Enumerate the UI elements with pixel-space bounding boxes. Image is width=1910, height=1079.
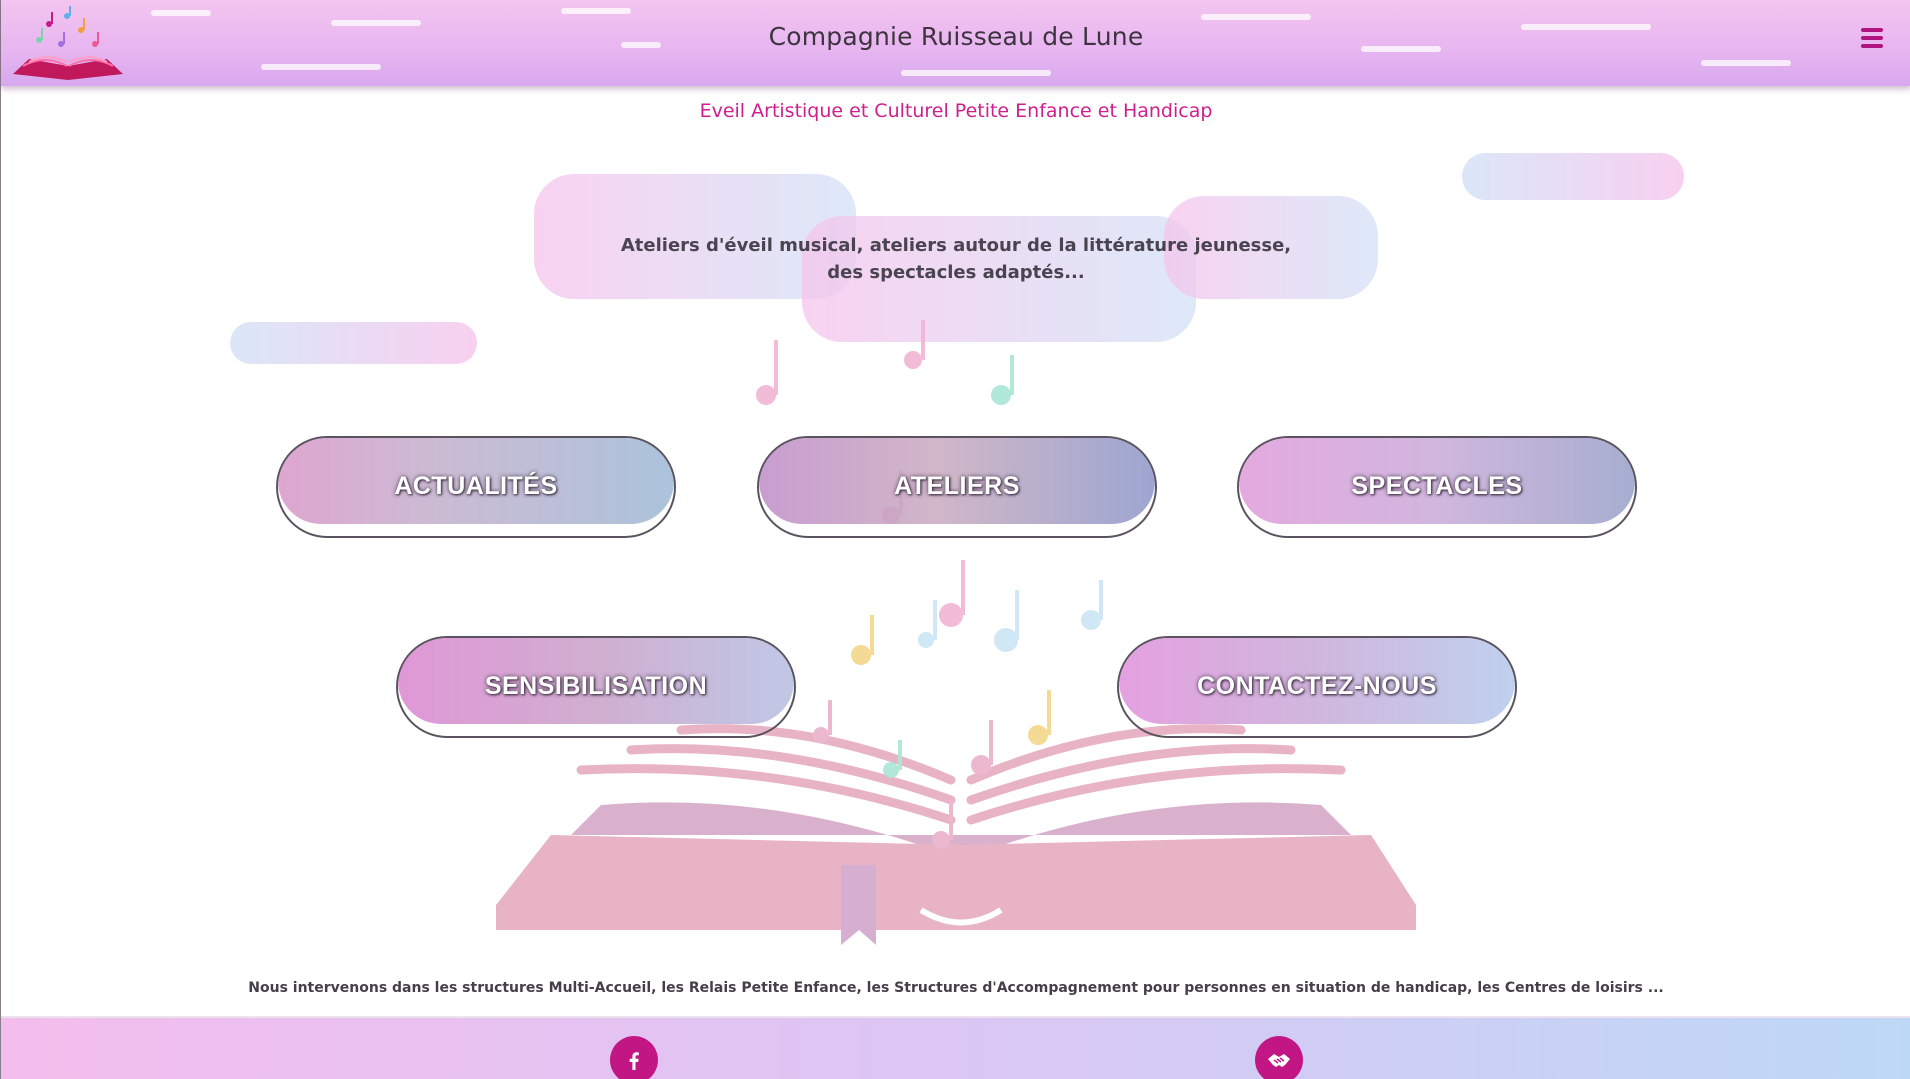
intro-line-2: des spectacles adaptés... bbox=[827, 262, 1085, 283]
contactez-nous-label: CONTACTEZ-NOUS bbox=[1197, 672, 1437, 700]
site-footer bbox=[1, 1016, 1910, 1079]
decorative-cloud bbox=[1462, 153, 1684, 200]
site-subtitle: Eveil Artistique et Culturel Petite Enfa… bbox=[699, 100, 1213, 122]
decorative-cloud bbox=[230, 322, 477, 364]
site-title: Compagnie Ruisseau de Lune bbox=[768, 22, 1144, 51]
intro-text: Ateliers d'éveil musical, ateliers autou… bbox=[1, 232, 1910, 286]
contactez-nous-button[interactable]: CONTACTEZ-NOUS bbox=[1117, 636, 1517, 738]
actualites-button[interactable]: ACTUALITÉS bbox=[276, 436, 676, 538]
ateliers-label: ATELIERS bbox=[894, 472, 1020, 500]
sensibilisation-label: SENSIBILISATION bbox=[484, 672, 708, 700]
spectacles-label: SPECTACLES bbox=[1351, 472, 1523, 500]
hamburger-menu-icon[interactable] bbox=[1861, 28, 1883, 50]
ateliers-button[interactable]: ATELIERS bbox=[757, 436, 1157, 538]
spectacles-button[interactable]: SPECTACLES bbox=[1237, 436, 1637, 538]
site-header: Compagnie Ruisseau de Lune bbox=[1, 0, 1910, 86]
actualites-label: ACTUALITÉS bbox=[394, 472, 558, 500]
intro-line-1: Ateliers d'éveil musical, ateliers autou… bbox=[620, 235, 1292, 256]
handshake-icon[interactable] bbox=[1255, 1036, 1303, 1079]
facebook-icon[interactable] bbox=[610, 1036, 658, 1079]
footer-description: Nous intervenons dans les structures Mul… bbox=[248, 980, 1664, 996]
sensibilisation-button[interactable]: SENSIBILISATION bbox=[396, 636, 796, 738]
